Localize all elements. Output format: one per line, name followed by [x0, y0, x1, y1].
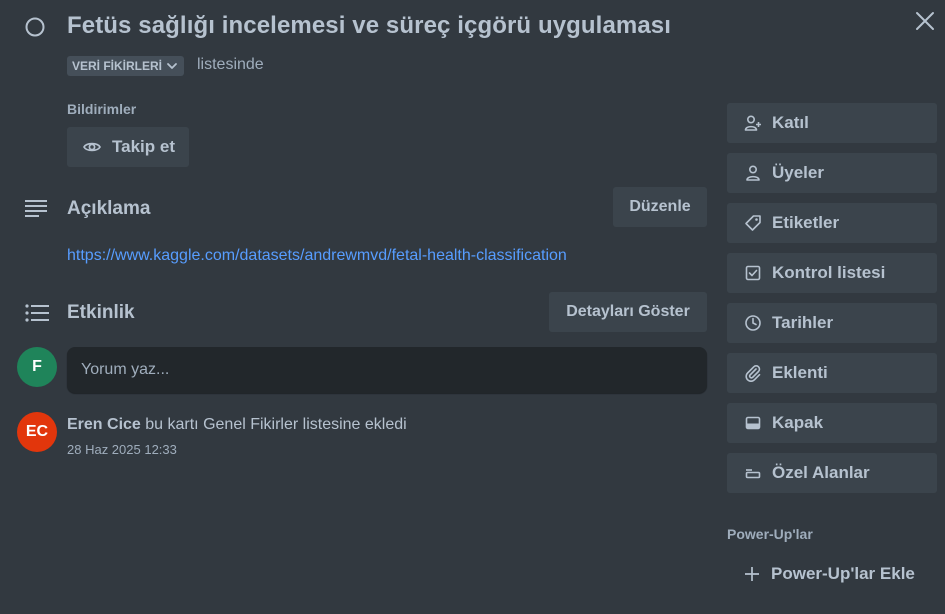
members-button[interactable]: Üyeler: [727, 153, 937, 193]
activity-entry-text: bu kartı Genel Fikirler listesine ekledi: [145, 416, 407, 433]
cover-icon: [743, 414, 762, 433]
clock-icon: [743, 314, 762, 333]
comment-input[interactable]: [67, 347, 707, 393]
label-icon: [743, 214, 762, 233]
members-label: Üyeler: [772, 163, 824, 182]
activity-timestamp[interactable]: 28 Haz 2025 12:33: [67, 442, 177, 457]
description-link[interactable]: https://www.kaggle.com/datasets/andrewmv…: [67, 247, 567, 265]
list-suffix-text: listesinde: [197, 56, 264, 73]
list-name: VERİ FİKİRLERİ: [72, 59, 163, 73]
description-heading: Açıklama: [67, 198, 151, 219]
add-powerups-label: Power-Up'lar Ekle: [771, 564, 915, 583]
checklist-button[interactable]: Kontrol listesi: [727, 253, 937, 293]
eye-icon: [82, 137, 102, 157]
custom-fields-label: Özel Alanlar: [772, 463, 870, 482]
cover-button[interactable]: Kapak: [727, 403, 937, 443]
checklist-icon: [743, 264, 762, 283]
chevron-down-icon: [164, 58, 180, 74]
attachment-button[interactable]: Eklenti: [727, 353, 937, 393]
attachment-icon: [743, 364, 762, 383]
powerups-label: Power-Up'lar: [727, 526, 813, 542]
show-details-button[interactable]: Detayları Göster: [549, 292, 707, 332]
activity-entry: Eren Cice bu kartı Genel Fikirler listes…: [67, 416, 407, 434]
custom-fields-icon: [743, 464, 762, 483]
edit-description-button[interactable]: Düzenle: [613, 187, 707, 227]
add-member-icon: [743, 114, 762, 133]
dates-button[interactable]: Tarihler: [727, 303, 937, 343]
activity-user-avatar[interactable]: EC: [17, 412, 57, 452]
activity-user-name[interactable]: Eren Cice: [67, 416, 141, 433]
card-complete-circle-icon[interactable]: [24, 16, 46, 38]
list-selector-button[interactable]: VERİ FİKİRLERİ: [67, 56, 185, 76]
plus-icon: [743, 565, 761, 583]
attachment-label: Eklenti: [772, 363, 828, 382]
join-button[interactable]: Katıl: [727, 103, 937, 143]
add-powerups-button[interactable]: Power-Up'lar Ekle: [727, 554, 937, 594]
dates-label: Tarihler: [772, 313, 834, 332]
description-icon: [24, 197, 48, 219]
join-label: Katıl: [772, 113, 809, 132]
activity-icon: [24, 302, 50, 324]
member-icon: [743, 164, 762, 183]
cover-label: Kapak: [772, 413, 824, 432]
follow-button[interactable]: Takip et: [67, 127, 189, 167]
checklist-label: Kontrol listesi: [772, 263, 886, 282]
custom-fields-button[interactable]: Özel Alanlar: [727, 453, 937, 493]
follow-label: Takip et: [112, 137, 175, 156]
activity-heading: Etkinlik: [67, 302, 135, 323]
current-user-avatar[interactable]: F: [17, 347, 57, 387]
card-title[interactable]: Fetüs sağlığı incelemesi ve süreç içgörü…: [67, 12, 671, 40]
notifications-label: Bildirimler: [67, 101, 137, 117]
labels-label: Etiketler: [772, 213, 840, 232]
close-icon[interactable]: [913, 9, 937, 33]
labels-button[interactable]: Etiketler: [727, 203, 937, 243]
